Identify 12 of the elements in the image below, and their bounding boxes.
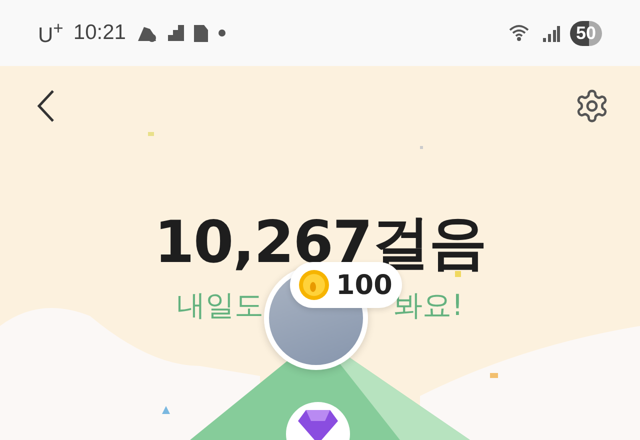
stairs-icon: [168, 25, 184, 41]
battery-level: 50: [570, 20, 602, 46]
carrier-label: U$^{+}$: [38, 18, 64, 48]
signal-icon: [542, 24, 560, 42]
message-text: 봐요!: [394, 287, 464, 324]
diamond-icon: [298, 410, 338, 440]
clock-time: 10:21: [73, 21, 126, 45]
message-text: 내일도: [176, 287, 264, 324]
back-button[interactable]: [36, 89, 56, 123]
reward-amount: 100: [336, 270, 392, 300]
sim-icon: [194, 24, 208, 42]
dot-icon: [218, 29, 226, 37]
